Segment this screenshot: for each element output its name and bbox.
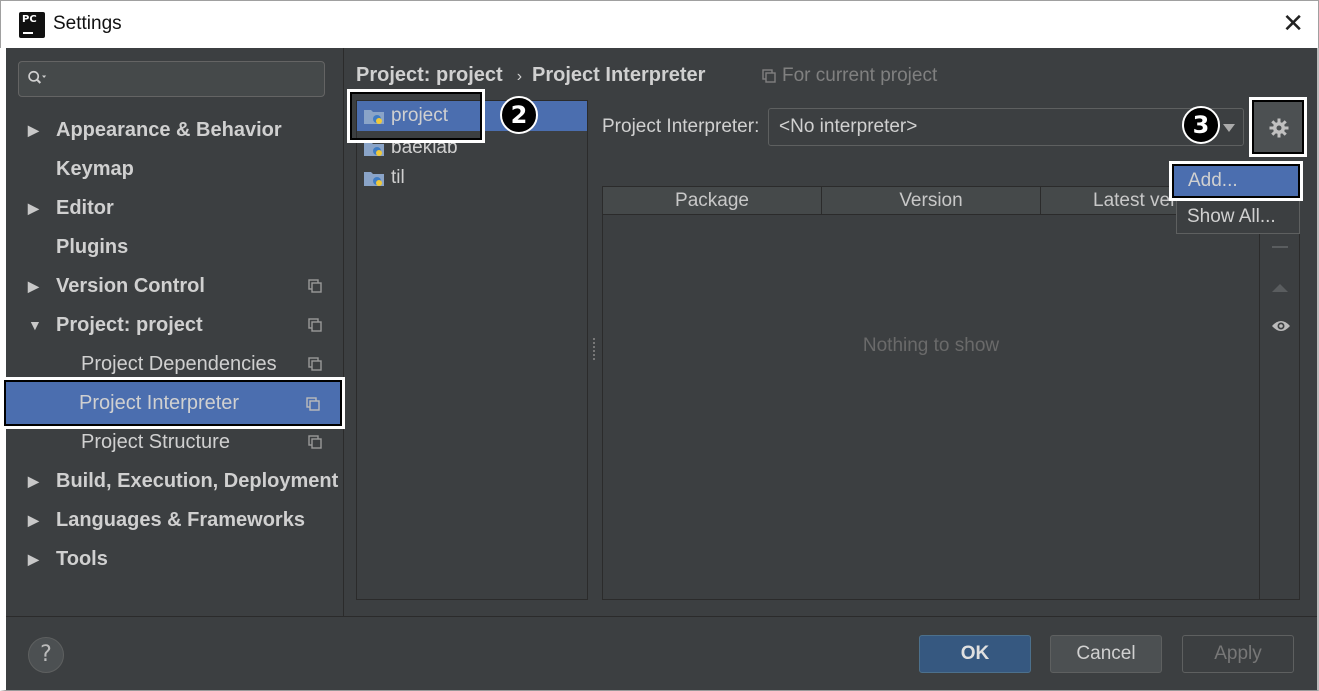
package-toolbar [1259, 187, 1299, 599]
help-button[interactable]: ? [28, 637, 64, 673]
highlight-box-project [347, 89, 485, 143]
sidebar-item-languages[interactable]: ▶ Languages & Frameworks [6, 502, 344, 538]
chevron-down-icon [1223, 124, 1235, 132]
expand-arrow-icon[interactable]: ▶ [28, 190, 39, 226]
sidebar-item-label: Languages & Frameworks [56, 509, 305, 531]
sidebar-item-label: Editor [56, 197, 114, 219]
project-scope-icon [308, 357, 322, 371]
title-bar: PC Settings ✕ [0, 0, 1319, 48]
expand-arrow-icon[interactable]: ▶ [28, 463, 39, 499]
breadcrumb-current: Project Interpreter [532, 64, 706, 86]
expand-arrow-icon[interactable]: ▶ [28, 541, 39, 577]
sidebar-item-label: Appearance & Behavior [56, 119, 282, 141]
expand-arrow-icon[interactable]: ▶ [28, 112, 39, 148]
sidebar-item-tools[interactable]: ▶ Tools [6, 541, 344, 577]
interpreter-value: <No interpreter> [779, 116, 918, 137]
column-header-package[interactable]: Package [603, 187, 822, 215]
window-title: Settings [53, 13, 122, 34]
gear-popup-menu: Add... Show All... [1169, 161, 1303, 234]
step-badge-2: 2 [500, 96, 538, 134]
python-folder-icon [364, 142, 384, 156]
scope-text: For current project [782, 65, 938, 86]
interpreter-label: Project Interpreter: [602, 116, 760, 137]
project-scope-icon [762, 69, 776, 83]
minus-icon[interactable] [1271, 245, 1289, 249]
settings-gear-button[interactable] [1249, 97, 1307, 157]
sidebar-item-project-structure[interactable]: Project Structure [6, 424, 344, 460]
packages-table: Package Version Latest version Nothing t… [602, 186, 1300, 600]
upgrade-arrow-icon[interactable] [1271, 283, 1289, 293]
sidebar-item-label: Build, Execution, Deployment [56, 470, 339, 492]
sidebar-item-label: Project Dependencies [81, 353, 277, 375]
project-label: til [391, 167, 405, 188]
sidebar-item-label: Keymap [56, 158, 134, 180]
apply-button[interactable]: Apply [1182, 635, 1294, 673]
menu-item-show-all[interactable]: Show All... [1177, 200, 1299, 234]
gear-icon [1269, 118, 1289, 138]
breadcrumb: Project: project › Project Interpreter [356, 64, 705, 87]
search-icon [28, 70, 47, 84]
sidebar-item-project-dependencies[interactable]: Project Dependencies [6, 346, 344, 382]
sidebar-item-plugins[interactable]: Plugins [6, 229, 344, 265]
menu-item-add[interactable]: Add... [1169, 161, 1303, 201]
step-badge-3: 3 [1182, 106, 1220, 144]
sidebar-item-build[interactable]: ▶ Build, Execution, Deployment [6, 463, 344, 499]
project-scope-icon [308, 279, 322, 293]
expand-arrow-icon[interactable]: ▶ [28, 268, 39, 304]
close-icon[interactable]: ✕ [1282, 9, 1304, 39]
project-list-item-til[interactable]: til [357, 163, 587, 193]
project-scope-icon [308, 318, 322, 332]
table-header: Package Version Latest version [603, 187, 1259, 215]
column-header-version[interactable]: Version [822, 187, 1041, 215]
empty-table-text: Nothing to show [862, 335, 1000, 356]
sidebar-item-label: Project: project [56, 314, 203, 336]
sidebar-item-label: Project Structure [81, 431, 230, 453]
ok-button[interactable]: OK [919, 635, 1031, 673]
sidebar-item-editor[interactable]: ▶ Editor [6, 190, 344, 226]
interpreter-dropdown[interactable]: <No interpreter> [768, 108, 1244, 146]
sidebar-item-label: Tools [56, 548, 108, 570]
splitter-handle[interactable] [592, 336, 596, 362]
cancel-button[interactable]: Cancel [1050, 635, 1162, 673]
expand-arrow-icon[interactable]: ▶ [28, 502, 39, 538]
project-list: project baeklab til [356, 100, 588, 600]
breadcrumb-separator: › [516, 68, 523, 85]
collapse-arrow-icon[interactable]: ▼ [28, 307, 42, 343]
app-icon-text: PC [22, 14, 37, 25]
sidebar-item-keymap[interactable]: Keymap [6, 151, 344, 187]
sidebar-item-label: Project Interpreter [79, 392, 240, 414]
eye-icon[interactable] [1271, 319, 1291, 333]
dialog-footer: ? OK Cancel Apply [6, 616, 1317, 690]
pycharm-icon: PC [19, 12, 45, 38]
search-input[interactable] [18, 61, 325, 97]
sidebar-item-label: Version Control [56, 275, 205, 297]
sidebar-item-project-interpreter[interactable]: Project Interpreter [1, 377, 345, 429]
sidebar-item-label: Plugins [56, 236, 129, 258]
project-scope-icon [306, 397, 320, 411]
sidebar-item-version-control[interactable]: ▶ Version Control [6, 268, 344, 304]
sidebar-item-appearance[interactable]: ▶ Appearance & Behavior [6, 112, 344, 148]
settings-sidebar: ▶ Appearance & Behavior Keymap ▶ Editor … [1, 48, 345, 616]
breadcrumb-parent[interactable]: Project: project [356, 64, 503, 86]
sidebar-item-project[interactable]: ▼ Project: project [6, 307, 344, 343]
project-scope-icon [308, 435, 322, 449]
scope-label: For current project [762, 65, 937, 87]
settings-window: ▶ Appearance & Behavior Keymap ▶ Editor … [0, 48, 1319, 691]
python-folder-icon [364, 172, 384, 186]
